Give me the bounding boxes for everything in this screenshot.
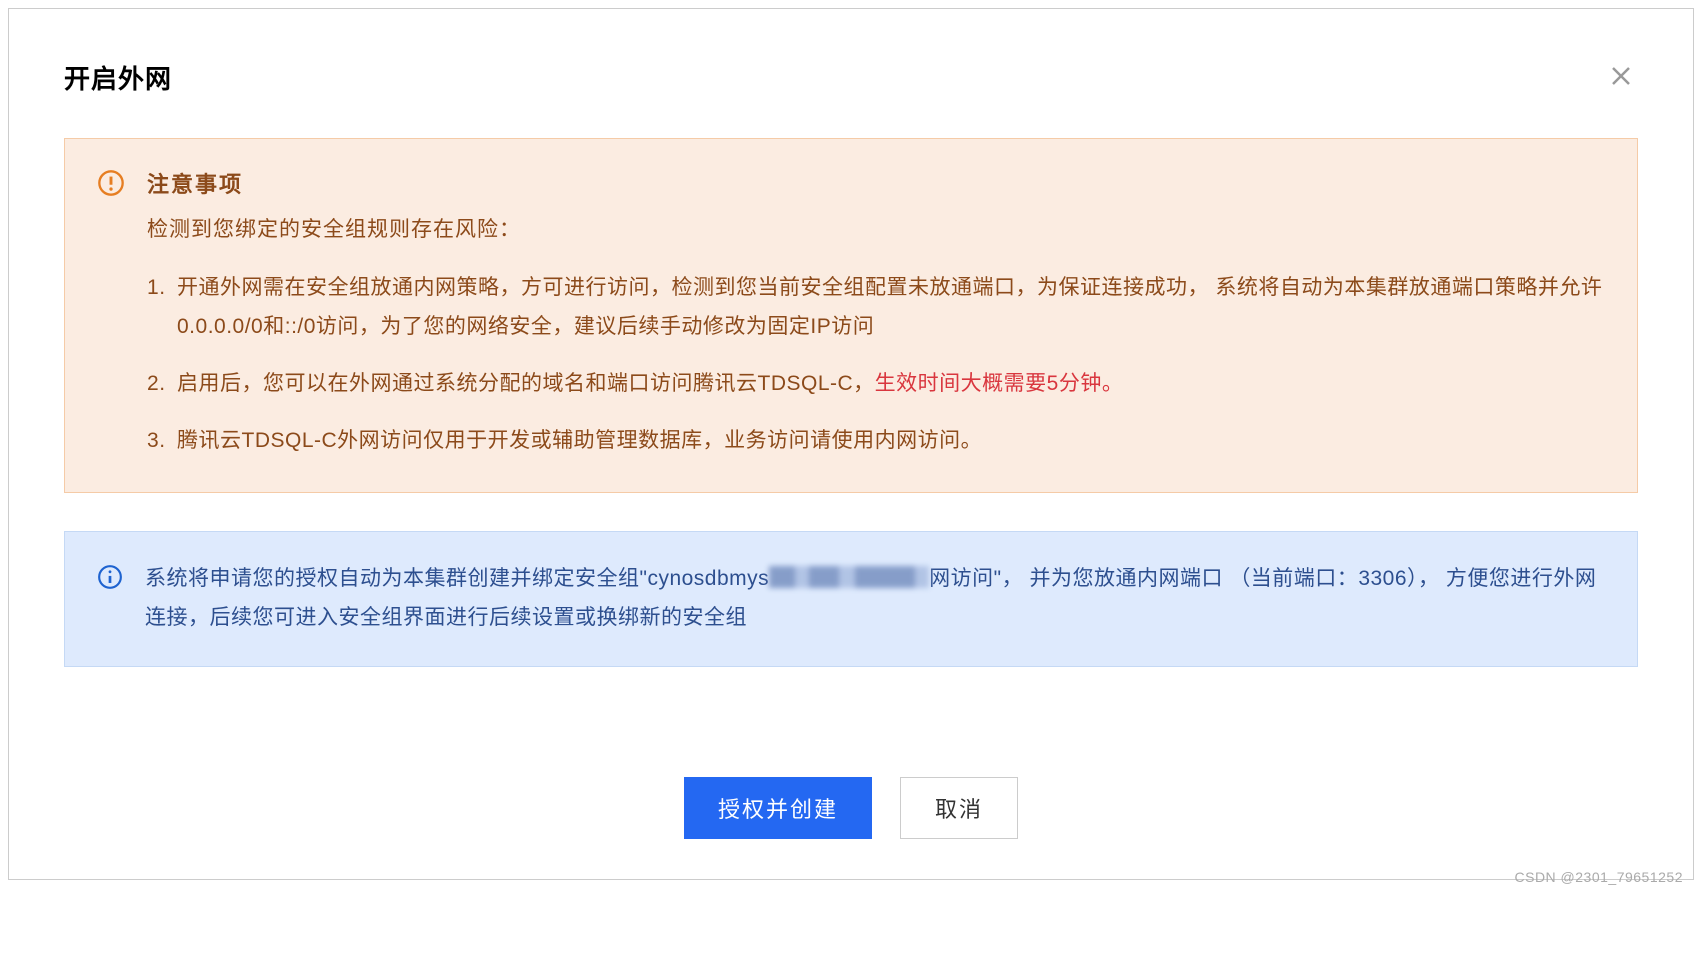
watermark: CSDN @2301_79651252	[1515, 869, 1684, 885]
warning-item-2-prefix: 启用后，您可以在外网通过系统分配的域名和端口访问腾讯云TDSQL-C，	[177, 372, 875, 395]
info-port: 3306	[1358, 567, 1407, 590]
warning-item-2: 启用后，您可以在外网通过系统分配的域名和端口访问腾讯云TDSQL-C，生效时间大…	[147, 365, 1605, 404]
dialog-title: 开启外网	[64, 59, 1638, 96]
close-button[interactable]	[1604, 59, 1638, 93]
warning-item-3: 腾讯云TDSQL-C外网访问仅用于开发或辅助管理数据库，业务访问请使用内网访问。	[147, 422, 1605, 461]
warning-subtitle: 检测到您绑定的安全组规则存在风险：	[147, 213, 1605, 243]
enable-external-dialog: 开启外网 注意事项 检测到您绑定的安全组规则存在风险： 开通外网需在安全组放通内…	[8, 8, 1694, 880]
info-icon	[97, 564, 123, 590]
info-text: 系统将申请您的授权自动为本集群创建并绑定安全组"cynosdbmys 网访问"， …	[145, 560, 1605, 638]
info-line2-prefix: （当前端口：	[1229, 567, 1358, 590]
info-box: 系统将申请您的授权自动为本集群创建并绑定安全组"cynosdbmys 网访问"， …	[64, 531, 1638, 667]
authorize-create-button[interactable]: 授权并创建	[684, 777, 872, 839]
warning-content: 注意事项 检测到您绑定的安全组规则存在风险： 开通外网需在安全组放通内网策略，方…	[147, 167, 1605, 460]
close-icon	[1609, 64, 1633, 88]
redacted-text	[769, 566, 929, 588]
warning-icon	[97, 169, 125, 197]
cancel-button[interactable]: 取消	[900, 777, 1018, 839]
info-line1-suffix: 网访问"， 并为您放通内网端口	[929, 567, 1223, 590]
info-line1-prefix: 系统将申请您的授权自动为本集群创建并绑定安全组"cynosdbmys	[145, 567, 769, 590]
button-row: 授权并创建 取消	[64, 777, 1638, 839]
warning-box: 注意事项 检测到您绑定的安全组规则存在风险： 开通外网需在安全组放通内网策略，方…	[64, 138, 1638, 493]
warning-heading: 注意事项	[147, 167, 1605, 199]
warning-item-1: 开通外网需在安全组放通内网策略，方可进行访问，检测到您当前安全组配置未放通端口，…	[147, 269, 1605, 347]
warning-list: 开通外网需在安全组放通内网策略，方可进行访问，检测到您当前安全组配置未放通端口，…	[147, 269, 1605, 460]
warning-item-2-highlight: 生效时间大概需要5分钟。	[875, 372, 1124, 395]
